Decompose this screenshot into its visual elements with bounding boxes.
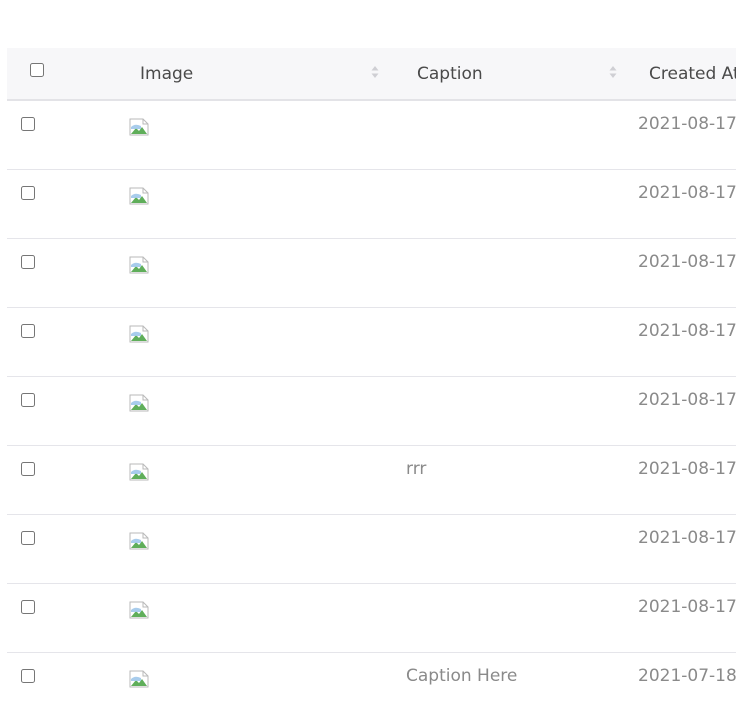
column-header-label: Image: [140, 63, 194, 84]
caption-cell: [389, 238, 621, 307]
image-cell: [119, 514, 389, 583]
column-header-label: Created At: [649, 63, 736, 84]
row-checkbox[interactable]: [21, 185, 35, 200]
data-table: Image Caption Created At 2021-08-17 2021…: [7, 48, 736, 721]
table-row[interactable]: 2021-08-17 1: [7, 583, 736, 652]
row-checkbox[interactable]: [21, 668, 35, 683]
sort-icon[interactable]: [371, 65, 379, 79]
image-cell: [119, 583, 389, 652]
caption-cell: [389, 376, 621, 445]
table-row[interactable]: 2021-08-17 1: [7, 514, 736, 583]
image-cell: [119, 169, 389, 238]
column-header-created-at[interactable]: Created At: [621, 48, 736, 100]
created-at-cell: 2021-08-17 1: [638, 182, 736, 203]
image-cell: [119, 376, 389, 445]
table-row[interactable]: 2021-08-17 1: [7, 238, 736, 307]
created-at-cell: 2021-08-17 1: [638, 389, 736, 410]
row-checkbox[interactable]: [21, 461, 35, 476]
row-checkbox[interactable]: [21, 599, 35, 614]
created-at-cell: 2021-08-17 1: [638, 596, 736, 617]
caption-cell: [389, 514, 621, 583]
row-select-cell: [7, 514, 119, 583]
row-select-cell: [7, 100, 119, 169]
caption-cell: [389, 583, 621, 652]
broken-image-icon[interactable]: [129, 670, 149, 688]
table-row[interactable]: 2021-08-17 1: [7, 169, 736, 238]
row-select-cell: [7, 376, 119, 445]
broken-image-icon[interactable]: [129, 601, 149, 619]
row-select-cell: [7, 445, 119, 514]
caption-cell: [389, 169, 621, 238]
broken-image-icon[interactable]: [129, 118, 149, 136]
table-row[interactable]: 2021-08-17 1: [7, 100, 736, 169]
column-header-caption[interactable]: Caption: [389, 48, 621, 100]
image-cell: [119, 307, 389, 376]
table-row[interactable]: 2021-08-17 1: [7, 376, 736, 445]
created-at-cell: 2021-08-17 1: [638, 251, 736, 272]
select-all-checkbox[interactable]: [30, 62, 44, 77]
image-cell: [119, 100, 389, 169]
column-header-label: Caption: [417, 63, 483, 84]
broken-image-icon[interactable]: [129, 325, 149, 343]
sort-icon[interactable]: [609, 65, 617, 79]
table-header: Image Caption Created At: [7, 48, 736, 100]
caption-cell: rrr: [406, 458, 427, 479]
column-header-image[interactable]: Image: [119, 48, 389, 100]
broken-image-icon[interactable]: [129, 532, 149, 550]
broken-image-icon[interactable]: [129, 394, 149, 412]
select-all-cell: [7, 48, 119, 100]
row-checkbox[interactable]: [21, 323, 35, 338]
image-cell: [119, 445, 389, 514]
broken-image-icon[interactable]: [129, 187, 149, 205]
created-at-cell: 2021-08-17 1: [638, 114, 736, 134]
table-row[interactable]: rrr 2021-08-17 1: [7, 445, 736, 514]
row-checkbox[interactable]: [21, 530, 35, 545]
created-at-cell: 2021-08-17 1: [638, 320, 736, 341]
created-at-cell: 2021-08-17 1: [638, 527, 736, 548]
image-cell: [119, 238, 389, 307]
row-select-cell: [7, 238, 119, 307]
row-select-cell: [7, 583, 119, 652]
broken-image-icon[interactable]: [129, 463, 149, 481]
broken-image-icon[interactable]: [129, 256, 149, 274]
table-row[interactable]: 2021-08-17 1: [7, 307, 736, 376]
caption-cell: [389, 307, 621, 376]
row-select-cell: [7, 307, 119, 376]
data-table-container: Image Caption Created At 2021-08-17 2021…: [7, 48, 736, 721]
row-checkbox[interactable]: [21, 392, 35, 407]
caption-cell: [389, 100, 621, 169]
table-body: 2021-08-17 1 2021-08-17 1: [7, 100, 736, 721]
row-checkbox[interactable]: [21, 254, 35, 269]
created-at-cell: 2021-08-17 1: [638, 458, 736, 479]
table-header-row: Image Caption Created At: [7, 48, 736, 100]
row-select-cell: [7, 169, 119, 238]
row-checkbox[interactable]: [21, 117, 35, 131]
